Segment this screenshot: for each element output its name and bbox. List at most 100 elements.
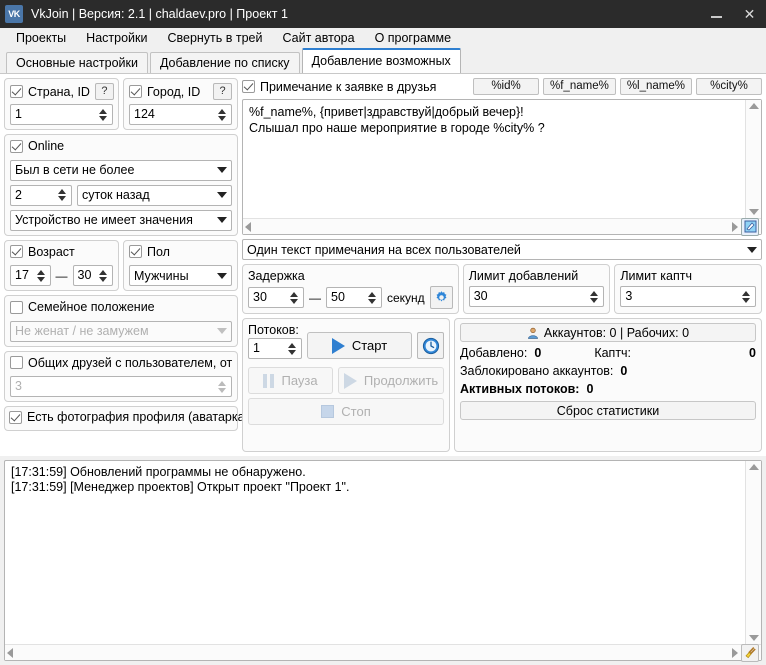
mutual-friends-checkbox[interactable]: Общих друзей с пользователем, от [10,356,232,370]
menu-item-author-site[interactable]: Сайт автора [273,29,365,47]
add-limit-stepper[interactable]: 30 [469,286,605,307]
stepper-arrows-icon[interactable] [287,288,303,307]
avatar-label: Есть фотография профиля (аватарка) [27,410,249,424]
age-checkbox[interactable]: Возраст [10,245,75,259]
stepper-arrows-icon[interactable] [34,266,50,285]
log-horizontal-scrollbar[interactable] [5,644,761,660]
stepper-arrows-icon[interactable] [96,266,112,285]
log-vertical-scrollbar[interactable] [745,461,761,644]
window-buttons: ✕ [700,0,766,28]
accounts-summary[interactable]: Аккаунтов: 0 | Рабочих: 0 [460,323,756,342]
country-help-button[interactable]: ? [95,83,114,100]
blocked-accounts-label: Заблокировано аккаунтов: [460,364,613,378]
macro-first-name-button[interactable]: %f_name% [543,78,616,95]
city-checkbox[interactable]: Город, ID [129,85,200,99]
added-label: Добавлено: [460,346,527,360]
age-from-stepper[interactable]: 17 [10,265,51,286]
online-group: Online Был в сети не более 2 суток назад… [4,134,238,236]
delay-from-stepper[interactable]: 30 [248,287,304,308]
online-device-value: Устройство не имеет значения [15,213,193,227]
checkbox-icon [10,356,23,369]
marital-group: Семейное положение Не женат / не замужем [4,295,238,347]
scroll-right-icon[interactable] [732,222,738,232]
minimize-button[interactable] [700,0,733,28]
gear-icon[interactable] [430,286,453,309]
pencil-edit-icon[interactable] [741,218,759,236]
city-id-stepper[interactable]: 124 [129,104,232,125]
scroll-left-icon[interactable] [7,648,13,658]
city-help-button[interactable]: ? [213,83,232,100]
mutual-friends-stepper[interactable]: 3 [10,376,232,397]
stat-row: Заблокировано аккаунтов: 0 [460,364,756,378]
threads-label: Потоков: [248,323,302,337]
threads-stepper[interactable]: 1 [248,338,302,359]
note-mode-select[interactable]: Один текст примечания на всех пользовате… [242,239,762,260]
log-panel[interactable]: [17:31:59] Обновлений программы не обнар… [4,460,762,661]
macro-last-name-button[interactable]: %l_name% [620,78,692,95]
online-unit-select[interactable]: суток назад [77,185,232,206]
macro-city-button[interactable]: %city% [696,78,762,95]
scroll-left-icon[interactable] [245,222,251,232]
stepper-arrows-icon[interactable] [365,288,381,307]
menu-item-settings[interactable]: Настройки [76,29,157,47]
menu-item-about[interactable]: О программе [365,29,461,47]
marital-select[interactable]: Не женат / не замужем [10,321,232,342]
delay-to-stepper[interactable]: 50 [326,287,382,308]
stepper-arrows-icon[interactable] [739,287,755,306]
log-text: [17:31:59] Обновлений программы не обнар… [5,461,761,644]
macro-id-button[interactable]: %id% [473,78,539,95]
clock-icon[interactable] [417,332,444,359]
gender-checkbox[interactable]: Пол [129,245,170,259]
marital-checkbox[interactable]: Семейное положение [10,300,155,314]
gender-select[interactable]: Мужчины [129,265,232,286]
reset-stats-button[interactable]: Сброс статистики [460,401,756,420]
stop-button[interactable]: Стоп [248,398,444,425]
user-avatar-icon [527,327,539,339]
pause-button[interactable]: Пауза [248,367,333,394]
close-button[interactable]: ✕ [733,0,766,28]
avatar-checkbox[interactable]: Есть фотография профиля (аватарка) [9,410,249,424]
resume-button[interactable]: Продолжить [338,367,444,394]
note-textarea[interactable]: %f_name%, {привет|здравствуй|добрый вече… [242,99,762,235]
checkbox-icon [10,85,23,98]
scroll-up-icon[interactable] [749,103,759,109]
scroll-down-icon[interactable] [749,635,759,641]
age-to-stepper[interactable]: 30 [73,265,114,286]
country-id-stepper[interactable]: 1 [10,104,113,125]
note-horizontal-scrollbar[interactable] [243,218,761,234]
right-column: Примечание к заявке в друзья %id% %f_nam… [242,78,762,452]
delay-group: Задержка 30 — 50 секунд [242,264,459,314]
scroll-right-icon[interactable] [732,648,738,658]
tab-add-possible[interactable]: Добавление возможных [302,48,461,73]
captcha-limit-stepper[interactable]: 3 [620,286,756,307]
online-checkbox[interactable]: Online [10,139,64,153]
scroll-up-icon[interactable] [749,464,759,470]
add-limit-value: 30 [470,287,588,306]
active-threads-label: Активных потоков: [460,382,579,396]
online-amount-stepper[interactable]: 2 [10,185,72,206]
city-id-value: 124 [130,105,215,124]
stepper-arrows-icon[interactable] [96,105,112,124]
menu-item-tray[interactable]: Свернуть в трей [157,29,272,47]
start-button[interactable]: Старт [307,332,412,359]
broom-icon[interactable] [741,644,759,662]
online-device-select[interactable]: Устройство не имеет значения [10,210,232,231]
online-status-select[interactable]: Был в сети не более [10,160,232,181]
menu-item-projects[interactable]: Проекты [6,29,76,47]
chevron-down-icon [217,273,227,279]
note-checkbox[interactable]: Примечание к заявке в друзья [242,80,436,94]
note-text-content[interactable]: %f_name%, {привет|здравствуй|добрый вече… [243,100,761,218]
stepper-arrows-icon[interactable] [587,287,603,306]
log-panel-wrapper: [17:31:59] Обновлений программы не обнар… [0,456,766,665]
stepper-arrows-icon[interactable] [215,377,231,396]
note-vertical-scrollbar[interactable] [745,100,761,218]
gender-value: Мужчины [134,269,189,283]
scroll-down-icon[interactable] [749,209,759,215]
marital-label: Семейное положение [28,300,155,314]
country-checkbox[interactable]: Страна, ID [10,85,90,99]
stepper-arrows-icon[interactable] [55,186,71,205]
tab-add-by-list[interactable]: Добавление по списку [150,52,300,73]
tab-main-settings[interactable]: Основные настройки [6,52,148,73]
stepper-arrows-icon[interactable] [215,105,231,124]
stepper-arrows-icon[interactable] [285,339,301,358]
